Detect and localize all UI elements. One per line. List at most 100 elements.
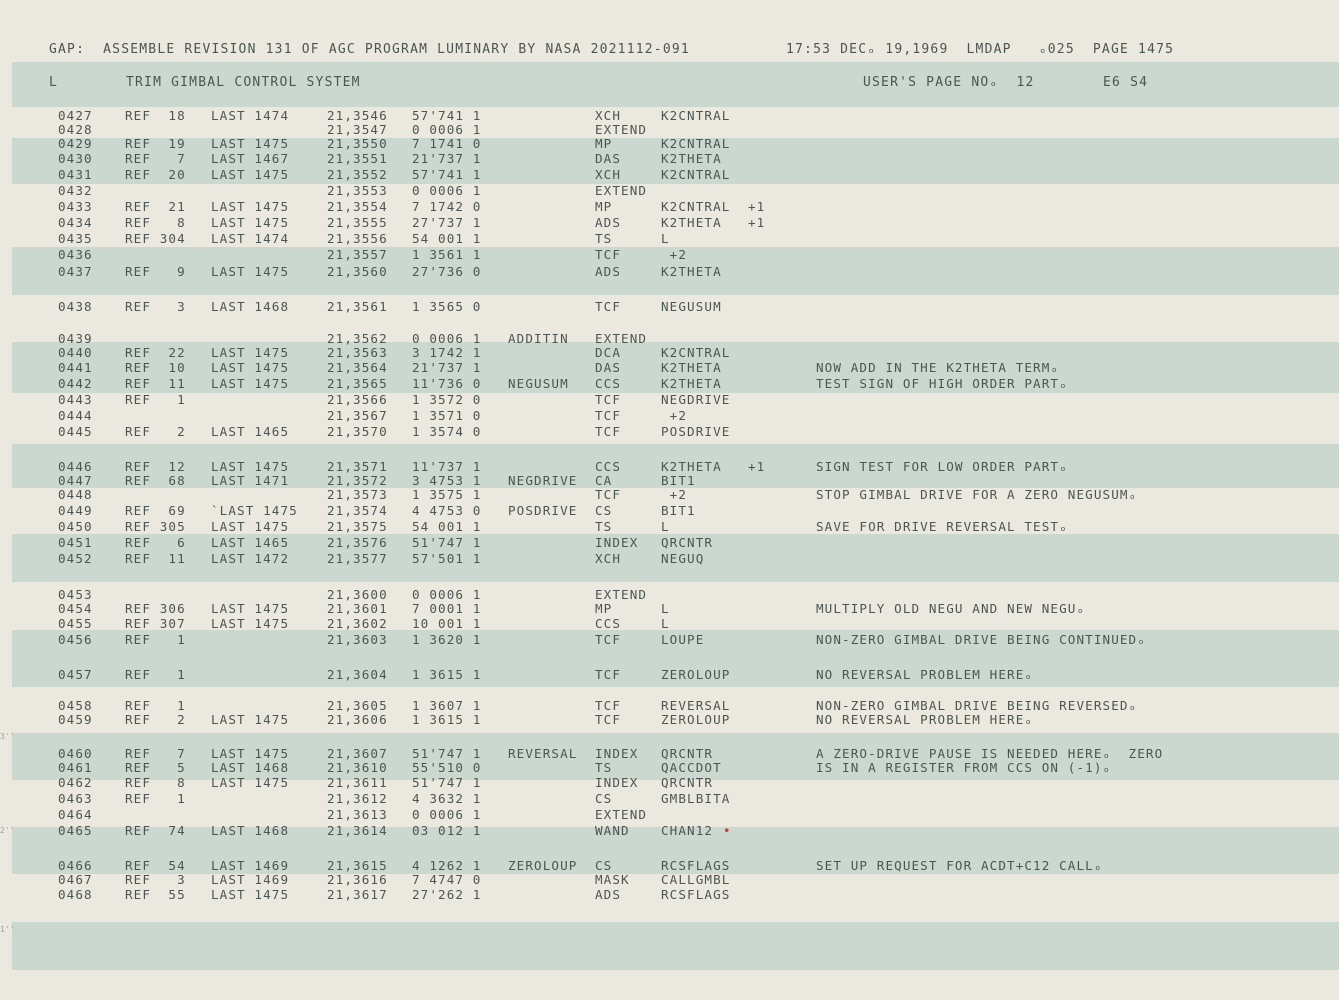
row-op: TS — [595, 519, 613, 534]
row-ref: REF 305 — [125, 519, 186, 534]
row-ref: REF 1 — [125, 632, 186, 647]
listing-row: 0454 REF 306 LAST 1475 21,3601 7 0001 1 MP L MU… — [0, 601, 1339, 617]
row-oct: 1 3565 0 — [412, 299, 482, 314]
row-oct: 03 012 1 — [412, 823, 482, 838]
listing-row: 0468 REF 55 LAST 1475 21,3617 27'262 1 ADS RCS… — [0, 887, 1339, 903]
row-op: ADS — [595, 264, 622, 279]
row-addr: 21,3550 — [327, 136, 388, 151]
row-ref: REF 306 — [125, 601, 186, 616]
row-ln: 0429 — [58, 136, 93, 151]
row-last: LAST 1475 — [211, 376, 290, 391]
listing-row: 0429 REF 19 LAST 1475 21,3550 7 1741 0 MP K2CN… — [0, 136, 1339, 152]
row-oct: 11'736 0 — [412, 376, 482, 391]
row-addr: 21,3601 — [327, 601, 388, 616]
row-cmt: IS IN A REGISTER FROM CCS ON (-1)ₒ — [816, 760, 1112, 775]
row-arg: NEGDRIVE — [661, 392, 731, 407]
listing-row: 0462 REF 8 LAST 1475 21,3611 51'747 1 INDEX QR… — [0, 775, 1339, 791]
row-ref: REF 55 — [125, 887, 186, 902]
row-op: MASK — [595, 872, 630, 887]
row-oct: 27'737 1 — [412, 215, 482, 230]
section-tag: E6 S4 — [1103, 75, 1149, 90]
row-arg: K2THETA — [661, 215, 722, 230]
row-arg: LOUPE — [661, 632, 705, 647]
row-ln: 0465 — [58, 823, 93, 838]
row-addr: 21,3576 — [327, 535, 388, 550]
row-oct: 1 3561 1 — [412, 247, 482, 262]
row-arg: CALLGMBL — [661, 872, 731, 887]
row-op: EXTEND — [595, 183, 648, 198]
listing-row: 0464 21,3613 0 0006 1 EXTEND — [0, 807, 1339, 823]
margin-mark: 1'' — [0, 925, 15, 934]
row-addr: 21,3611 — [327, 775, 388, 790]
row-ref: REF 21 — [125, 199, 186, 214]
listing-row: 0459 REF 2 LAST 1475 21,3606 1 3615 1 TCF ZERO… — [0, 712, 1339, 728]
listing-row: 0444 21,3567 1 3571 0 TCF +2 — [0, 408, 1339, 424]
row-op: TCF — [595, 247, 622, 262]
row-oct: 55'510 0 — [412, 760, 482, 775]
row-addr: 21,3564 — [327, 360, 388, 375]
row-oct: 7 4747 0 — [412, 872, 482, 887]
listing-row: 0433 REF 21 LAST 1475 21,3554 7 1742 0 MP K2CN… — [0, 199, 1339, 215]
row-oct: 27'262 1 — [412, 887, 482, 902]
page-header: GAP: ASSEMBLE REVISION 131 OF AGC PROGRA… — [0, 42, 1339, 58]
row-last: LAST 1475 — [211, 616, 290, 631]
row-ln: 0431 — [58, 167, 93, 182]
row-last: LAST 1475 — [211, 167, 290, 182]
listing-row: 0448 21,3573 1 3575 1 TCF +2 STOP GIMBAL DRI… — [0, 487, 1339, 503]
row-ref: REF 304 — [125, 231, 186, 246]
row-ln: 0464 — [58, 807, 93, 822]
row-ln: 0437 — [58, 264, 93, 279]
row-addr: 21,3552 — [327, 167, 388, 182]
row-arg: POSDRIVE — [661, 424, 731, 439]
row-oct: 21'737 1 — [412, 360, 482, 375]
row-addr: 21,3573 — [327, 487, 388, 502]
row-oct: 1 3574 0 — [412, 424, 482, 439]
row-op: DCA — [595, 345, 622, 360]
row-ref: REF 8 — [125, 215, 186, 230]
row-op: ADS — [595, 215, 622, 230]
row-op: TCF — [595, 632, 622, 647]
row-ref: REF 11 — [125, 376, 186, 391]
row-last: LAST 1468 — [211, 823, 290, 838]
row-last: LAST 1475 — [211, 136, 290, 151]
row-ref: REF 6 — [125, 535, 186, 550]
subheader-title: TRIM GIMBAL CONTROL SYSTEM — [126, 75, 361, 90]
row-addr: 21,3613 — [327, 807, 388, 822]
row-oct: 7 1741 0 — [412, 136, 482, 151]
row-oct: 3 1742 1 — [412, 345, 482, 360]
row-addr: 21,3610 — [327, 760, 388, 775]
listing-row: 0441 REF 10 LAST 1475 21,3564 21'737 1 DAS K2T… — [0, 360, 1339, 376]
row-addr: 21,3557 — [327, 247, 388, 262]
row-addr: 21,3555 — [327, 215, 388, 230]
row-ref: REF 1 — [125, 392, 186, 407]
row-op: TCF — [595, 667, 622, 682]
row-last: LAST 1475 — [211, 887, 290, 902]
row-cmt: MULTIPLY OLD NEGU AND NEW NEGUₒ — [816, 601, 1086, 616]
row-oct: 54 001 1 — [412, 231, 482, 246]
row-ln: 0449 — [58, 503, 93, 518]
listing-row: 0432 21,3553 0 0006 1 EXTEND — [0, 183, 1339, 199]
subheader-letter: L — [49, 75, 59, 90]
greenbar-band — [12, 922, 1339, 970]
row-oct: 51'747 1 — [412, 535, 482, 550]
row-addr: 21,3556 — [327, 231, 388, 246]
row-oct: 4 3632 1 — [412, 791, 482, 806]
row-last: LAST 1475 — [211, 519, 290, 534]
row-op: TCF — [595, 712, 622, 727]
listing-row: 0456 REF 1 21,3603 1 3620 1 TCF LOUPE NON-ZERO… — [0, 632, 1339, 648]
row-arg: NEGUQ — [661, 551, 705, 566]
row-oct: 54 001 1 — [412, 519, 482, 534]
row-op: EXTEND — [595, 807, 648, 822]
row-cmt: NO REVERSAL PROBLEM HEREₒ — [816, 667, 1034, 682]
row-ln: 0467 — [58, 872, 93, 887]
row-arg: QRCNTR — [661, 535, 714, 550]
row-op: MP — [595, 199, 613, 214]
header-title: GAP: ASSEMBLE REVISION 131 OF AGC PROGRA… — [49, 42, 690, 57]
row-last: LAST 1465 — [211, 535, 290, 550]
row-op: INDEX — [595, 775, 639, 790]
row-op: TCF — [595, 392, 622, 407]
margin-mark: 3'' — [0, 732, 15, 741]
row-op: MP — [595, 136, 613, 151]
row-addr: 21,3575 — [327, 519, 388, 534]
row-op: TCF — [595, 299, 622, 314]
